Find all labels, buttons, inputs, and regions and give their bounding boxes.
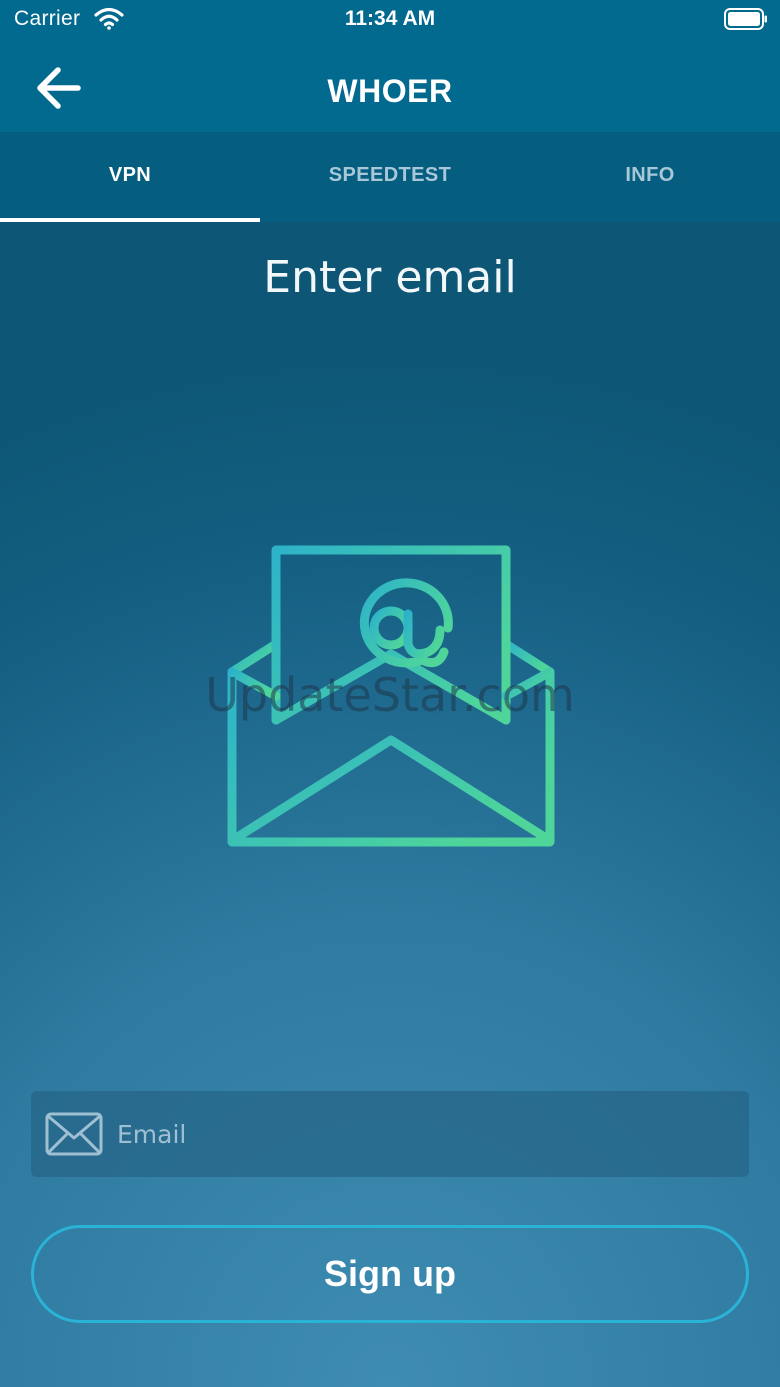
battery-icon — [724, 8, 767, 30]
signup-button[interactable]: Sign up — [31, 1225, 749, 1323]
email-input[interactable] — [117, 1091, 727, 1177]
back-button[interactable] — [26, 64, 90, 112]
tab-bar: VPN SPEEDTEST INFO — [0, 132, 780, 222]
status-bar: Carrier 11:34 AM — [0, 0, 780, 40]
mail-icon — [45, 1112, 103, 1156]
tab-info[interactable]: INFO — [520, 132, 780, 222]
tab-vpn[interactable]: VPN — [0, 132, 260, 222]
tab-speedtest[interactable]: SPEEDTEST — [260, 132, 520, 222]
page-heading: Enter email — [263, 252, 517, 303]
open-envelope-at-icon — [227, 545, 555, 847]
arrow-left-icon — [37, 67, 81, 109]
email-field-container — [31, 1091, 749, 1177]
clock: 11:34 AM — [344, 7, 436, 30]
app-title: WHOER — [327, 73, 453, 109]
navigation-bar: WHOER — [0, 40, 780, 132]
